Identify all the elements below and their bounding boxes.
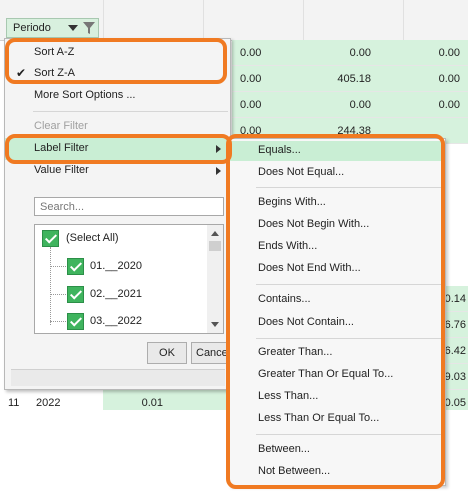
submenu-highlight-outline <box>226 134 445 489</box>
funnel-icon[interactable] <box>83 22 95 35</box>
cell-value: 0.00 <box>240 47 262 59</box>
tree-connector <box>50 247 51 325</box>
row-label: 11 <box>8 397 20 409</box>
dropdown-arrow-icon[interactable] <box>68 25 78 31</box>
menu-resize-grip[interactable] <box>11 369 225 386</box>
periodo-field-button[interactable]: Periodo <box>6 18 99 38</box>
tree-item-label: 02.__2021 <box>90 288 142 300</box>
grid-header-row: Periodo <box>0 0 468 41</box>
chevron-right-icon <box>216 167 221 175</box>
grid-cell[interactable]: 0.00 <box>303 40 403 66</box>
cell-value: 0.00 <box>438 73 460 85</box>
cell-value: 0.01 <box>141 397 163 409</box>
tree-item-checkbox[interactable] <box>67 258 84 275</box>
grid-cell[interactable]: 9.03 <box>444 364 468 390</box>
grid-cell[interactable]: 0.00 <box>232 66 303 92</box>
menu-item-label: Clear Filter <box>34 120 88 132</box>
cell-value: 0.14 <box>444 293 466 305</box>
tree-connector <box>50 321 66 322</box>
scroll-down-icon[interactable] <box>211 322 219 327</box>
grid-cell[interactable]: 0.00 <box>303 92 403 118</box>
cell-value: 0.05 <box>444 397 466 409</box>
tree-connector <box>50 266 66 267</box>
cell-value: 0.00 <box>438 99 460 111</box>
tree-scrollbar[interactable] <box>207 225 223 333</box>
search-placeholder: Search... <box>40 201 85 213</box>
grid-cell[interactable]: 0.00 <box>403 92 468 118</box>
scroll-thumb[interactable] <box>209 241 221 251</box>
cell-value: 405.18 <box>337 73 371 85</box>
scroll-up-icon[interactable] <box>211 231 219 236</box>
sort-options-highlight-outline <box>5 38 227 84</box>
tree-connector <box>50 294 66 295</box>
grid-cell[interactable]: 6.76 <box>444 312 468 338</box>
search-input[interactable]: Search... <box>34 197 224 216</box>
cell-value: 0.00 <box>240 99 262 111</box>
ok-button[interactable]: OK <box>147 342 187 364</box>
menu-item-label: More Sort Options ... <box>34 89 136 101</box>
grid-cell[interactable]: 0.14 <box>444 286 468 312</box>
field-context-menu: Sort A-Z ✔ Sort Z-A More Sort Options ..… <box>4 38 231 390</box>
cell-value: 6.42 <box>444 345 466 357</box>
tree-item-label: 03.__2022 <box>90 315 142 327</box>
grid-cell[interactable]: 0.00 <box>232 40 303 66</box>
select-all-label: (Select All) <box>66 232 119 244</box>
cell-value: 0.00 <box>349 47 371 59</box>
menu-separator <box>33 111 228 112</box>
grid-cell[interactable]: 405.18 <box>303 66 403 92</box>
tree-item-label: 01.__2020 <box>90 260 142 272</box>
grid-cell[interactable]: 0.00 <box>403 66 468 92</box>
grid-cell[interactable]: 6.42 <box>444 338 468 364</box>
cell-value: 6.76 <box>444 319 466 331</box>
filter-value-tree: (Select All) 01.__2020 02.__2021 03.__20… <box>34 224 224 334</box>
label-filter-highlight-outline <box>5 134 232 164</box>
tree-item-checkbox[interactable] <box>67 313 84 330</box>
cell-value: 0.00 <box>438 47 460 59</box>
row-label: 2022 <box>36 397 61 409</box>
cell-value: 0.00 <box>240 73 262 85</box>
menu-item-label: Value Filter <box>34 164 89 176</box>
menu-item-more-sort[interactable]: More Sort Options ... <box>5 85 230 107</box>
cell-value: 9.03 <box>444 371 466 383</box>
cancel-button[interactable]: Cance <box>191 342 230 364</box>
grid-cell[interactable]: 0.00 <box>403 40 468 66</box>
periodo-field-label: Periodo <box>13 22 51 34</box>
cell-value: 0.00 <box>349 99 371 111</box>
tree-item-checkbox[interactable] <box>67 286 84 303</box>
grid-cell[interactable]: 0.00 <box>232 92 303 118</box>
select-all-checkbox[interactable] <box>42 230 59 247</box>
